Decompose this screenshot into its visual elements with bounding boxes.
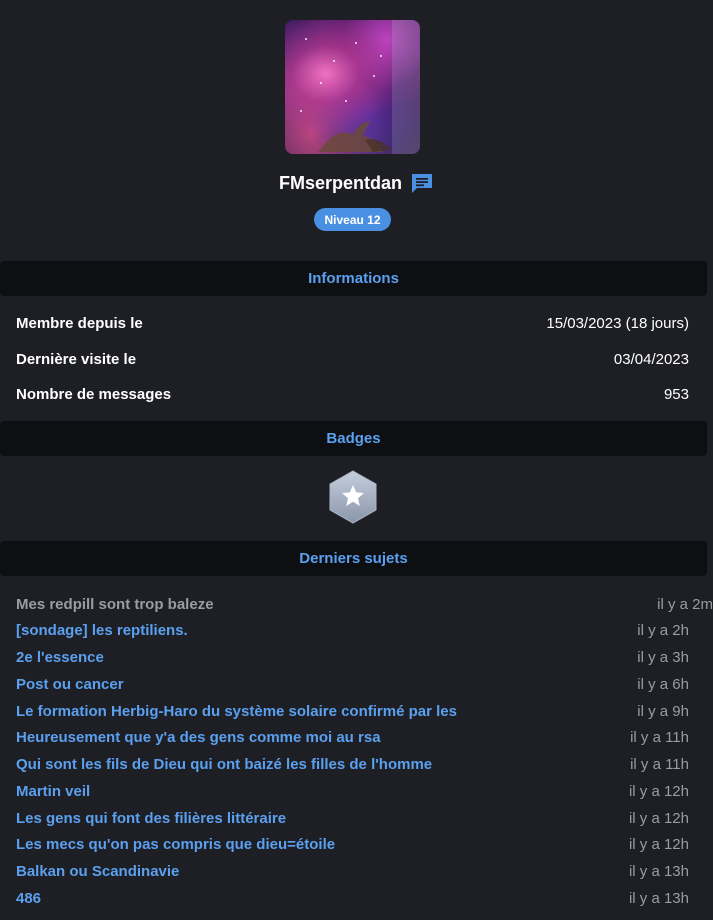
- topic-time: il y a 11h: [630, 755, 689, 773]
- topic-link[interactable]: Martin veil: [16, 783, 90, 800]
- topic-row[interactable]: Les gens qui font des filières littérair…: [16, 808, 689, 828]
- topic-link[interactable]: Heureusement que y'a des gens comme moi …: [16, 729, 381, 746]
- profile-page: FMserpentdan Niveau 12 Informations Memb…: [0, 0, 713, 920]
- topic-row[interactable]: Le formation Herbig-Haro du système sola…: [16, 701, 689, 721]
- topic-row[interactable]: Mes redpill sont trop baleze il y a 2m: [16, 594, 713, 614]
- topic-row[interactable]: Balkan ou Scandinavie il y a 13h: [16, 861, 689, 881]
- topic-link[interactable]: Le formation Herbig-Haro du système sola…: [16, 703, 457, 720]
- topic-row[interactable]: [sondage] les reptiliens. il y a 2h: [16, 620, 689, 640]
- info-value: 953: [663, 386, 689, 403]
- topic-link[interactable]: Balkan ou Scandinavie: [16, 863, 179, 880]
- username[interactable]: FMserpentdan: [279, 173, 402, 194]
- topic-link[interactable]: Les mecs qu'on pas compris que dieu=étoi…: [16, 836, 335, 853]
- topic-link[interactable]: 486: [16, 890, 41, 907]
- topic-time: il y a 12h: [628, 835, 689, 853]
- topic-time: il y a 2m: [657, 595, 713, 613]
- info-row-message-count: Nombre de messages 953: [16, 386, 689, 403]
- section-header-informations: Informations: [0, 261, 707, 296]
- info-value: 15/03/2023 (18 jours): [546, 315, 689, 332]
- section-header-derniers-sujets: Derniers sujets: [0, 541, 707, 576]
- topic-row[interactable]: 486 il y a 13h: [16, 888, 689, 908]
- info-label: Membre depuis le: [16, 315, 143, 332]
- info-row-last-visit: Dernière visite le 03/04/2023: [16, 351, 689, 368]
- topic-link[interactable]: Les gens qui font des filières littérair…: [16, 810, 286, 827]
- info-value: 03/04/2023: [613, 351, 689, 368]
- topic-link[interactable]: Mes redpill sont trop baleze: [16, 596, 214, 613]
- topic-row[interactable]: Martin veil il y a 12h: [16, 781, 689, 801]
- topic-time: il y a 13h: [628, 862, 689, 880]
- info-label: Nombre de messages: [16, 386, 172, 403]
- topic-row[interactable]: 2e l'essence il y a 3h: [16, 647, 689, 667]
- topic-time: il y a 12h: [628, 809, 689, 827]
- topic-link[interactable]: Qui sont les fils de Dieu qui ont baizé …: [16, 756, 432, 773]
- star-badge-icon[interactable]: [328, 470, 378, 524]
- topic-time: il y a 9h: [637, 702, 689, 720]
- topic-time: il y a 12h: [628, 782, 689, 800]
- topic-row[interactable]: Qui sont les fils de Dieu qui ont baizé …: [16, 754, 689, 774]
- topic-link[interactable]: Post ou cancer: [16, 676, 124, 693]
- info-row-member-since: Membre depuis le 15/03/2023 (18 jours): [16, 315, 689, 332]
- username-row: FMserpentdan: [0, 172, 713, 194]
- topic-row[interactable]: Post ou cancer il y a 6h: [16, 674, 689, 694]
- topic-row[interactable]: Les mecs qu'on pas compris que dieu=étoi…: [16, 834, 689, 854]
- section-header-badges: Badges: [0, 421, 707, 456]
- message-icon[interactable]: [410, 172, 434, 194]
- topic-time: il y a 11h: [630, 728, 689, 746]
- topic-time: il y a 13h: [628, 889, 689, 907]
- level-badge: Niveau 12: [314, 208, 391, 231]
- info-label: Dernière visite le: [16, 351, 137, 368]
- topic-time: il y a 3h: [637, 648, 689, 666]
- topic-link[interactable]: 2e l'essence: [16, 649, 104, 666]
- topic-link[interactable]: [sondage] les reptiliens.: [16, 622, 188, 639]
- topic-row[interactable]: Heureusement que y'a des gens comme moi …: [16, 727, 689, 747]
- topic-time: il y a 6h: [637, 675, 689, 693]
- topic-time: il y a 2h: [637, 621, 689, 639]
- avatar: [285, 20, 420, 154]
